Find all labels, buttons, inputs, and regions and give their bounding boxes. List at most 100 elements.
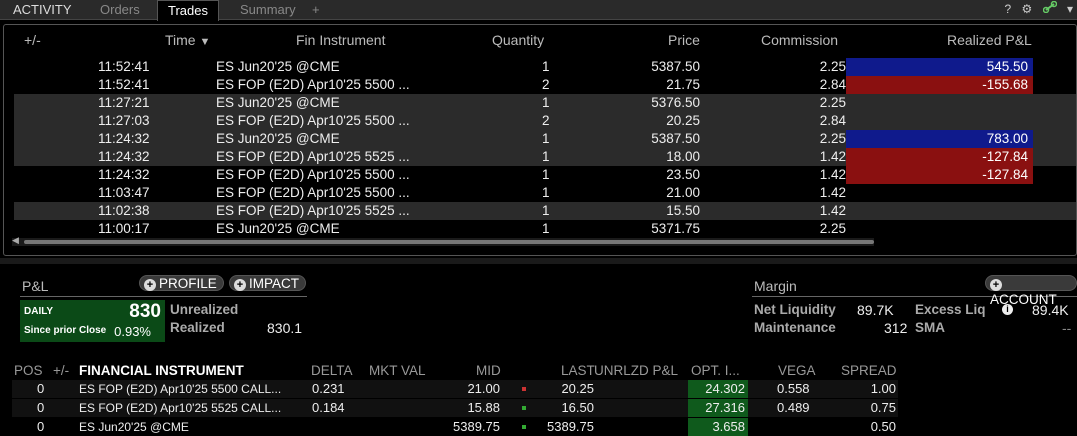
account-button[interactable]: +ACCOUNT (985, 275, 1077, 307)
trade-quantity: 1 (542, 203, 550, 218)
gear-icon[interactable]: ⚙ (1022, 0, 1033, 19)
col-instrument[interactable]: Fin Instrument (296, 32, 385, 48)
scroll-thumb[interactable] (24, 240, 874, 244)
position-mid: 21.00 (467, 381, 500, 396)
trade-realized-pnl: -127.84 (846, 148, 1033, 166)
panel-divider[interactable] (0, 258, 1077, 264)
position-row[interactable]: 0 ES FOP (E2D) Apr10'25 5525 CALL... 0.184… (12, 399, 898, 417)
col-mkt-val[interactable]: MKT VAL (369, 363, 426, 378)
expand-collapse-toggle[interactable]: +/- (24, 32, 41, 48)
col-last[interactable]: LAST (561, 363, 595, 378)
trade-quantity: 2 (542, 77, 550, 92)
col-pos[interactable]: POS (14, 363, 43, 378)
position-qty: 0 (37, 400, 45, 415)
table-row[interactable]: 11:03:47 ES FOP (E2D) Apr10'25 5500 ... 1 2… (14, 184, 1076, 202)
col-realized-pnl[interactable]: Realized P&L (947, 32, 1032, 48)
tab-activity[interactable]: ACTIVITY (3, 0, 82, 20)
trade-quantity: 1 (542, 59, 550, 74)
daily-pnl-box[interactable]: DAILY 830 Since prior Close 0.93% (20, 300, 165, 342)
info-icon[interactable]: i (1002, 304, 1013, 315)
position-row[interactable]: 0 ES Jun20'25 @CME 5389.75 5389.75 3.658 0.50 (12, 418, 898, 436)
trade-commission: 2.25 (819, 131, 846, 146)
table-row[interactable]: 11:27:03 ES FOP (E2D) Apr10'25 5500 ... 2 2… (14, 112, 1076, 130)
link-icon[interactable] (1042, 0, 1057, 19)
col-opt-implied[interactable]: OPT. I... (691, 363, 740, 378)
trade-time: 11:03:47 (98, 185, 150, 200)
tick-indicator-icon (522, 425, 526, 429)
col-delta[interactable]: DELTA (311, 363, 353, 378)
position-spread: 1.00 (870, 381, 896, 396)
table-row[interactable]: 11:24:32 ES FOP (E2D) Apr10'25 5525 ... 1 1… (14, 148, 1076, 166)
plus-icon: + (990, 279, 1002, 291)
trade-commission: 1.42 (819, 167, 846, 182)
help-icon[interactable]: ? (1004, 0, 1011, 19)
add-tab-button[interactable]: + (308, 0, 324, 20)
trade-instrument: ES FOP (E2D) Apr10'25 5500 ... (216, 185, 410, 200)
profile-button[interactable]: + PROFILE (139, 275, 224, 291)
tab-trades[interactable]: Trades (157, 0, 219, 21)
trade-price: 21.75 (666, 77, 700, 92)
table-row[interactable]: 11:52:41 ES Jun20'25 @CME 1 5387.50 2.25 545.… (14, 58, 1076, 76)
position-opt-implied: 3.658 (688, 418, 748, 436)
scroll-left-icon[interactable]: ◀ (12, 235, 19, 246)
table-row[interactable]: 11:02:38 ES FOP (E2D) Apr10'25 5525 ... 1 1… (14, 202, 1076, 220)
tick-indicator-icon (522, 406, 526, 410)
table-row[interactable]: 11:00:17 ES Jun20'25 @CME 1 5371.75 2.25 (14, 220, 1076, 238)
position-opt-implied: 27.316 (688, 399, 748, 417)
col-time-label: Time (165, 32, 196, 48)
position-instrument: ES FOP (E2D) Apr10'25 5525 CALL... (79, 401, 282, 415)
trade-instrument: ES Jun20'25 @CME (216, 131, 340, 146)
position-vega: 0.489 (777, 400, 810, 415)
toolbar-icons: ? ⚙ ▾ (997, 0, 1073, 20)
positions-expand-toggle[interactable]: +/- (53, 363, 69, 378)
trade-quantity: 1 (542, 167, 550, 182)
position-last: 20.25 (561, 381, 594, 396)
col-vega[interactable]: VEGA (778, 363, 816, 378)
trade-instrument: ES FOP (E2D) Apr10'25 5500 ... (216, 77, 410, 92)
trade-quantity: 1 (542, 221, 550, 236)
impact-button[interactable]: + IMPACT (229, 275, 306, 291)
trade-price: 15.50 (666, 203, 700, 218)
col-financial-instrument[interactable]: FINANCIAL INSTRUMENT (79, 363, 244, 378)
trade-price: 20.25 (666, 113, 700, 128)
col-quantity[interactable]: Quantity (492, 32, 544, 48)
position-spread: 0.75 (870, 400, 896, 415)
col-price[interactable]: Price (668, 32, 700, 48)
maintenance-value: 312 (884, 320, 908, 336)
trade-time: 11:02:38 (98, 203, 150, 218)
tab-orders[interactable]: Orders (90, 0, 150, 20)
col-mid[interactable]: MID (476, 363, 501, 378)
col-spread[interactable]: SPREAD (841, 363, 897, 378)
net-liquidity-value: 89.7K (857, 302, 894, 318)
table-row[interactable]: 11:24:32 ES FOP (E2D) Apr10'25 5500 ... 1 2… (14, 166, 1076, 184)
trade-instrument: ES FOP (E2D) Apr10'25 5525 ... (216, 149, 410, 164)
table-row[interactable]: 11:52:41 ES FOP (E2D) Apr10'25 5500 ... 2 2… (14, 76, 1076, 94)
trade-commission: 2.25 (819, 59, 846, 74)
profile-label: PROFILE (159, 276, 217, 291)
position-row[interactable]: 0 ES FOP (E2D) Apr10'25 5500 CALL... 0.231… (12, 380, 898, 398)
table-row[interactable]: 11:24:32 ES Jun20'25 @CME 1 5387.50 2.25 783.… (14, 130, 1076, 148)
chevron-down-icon[interactable]: ▾ (1067, 0, 1073, 19)
col-unrlzd-pnl[interactable]: UNRLZD P&L (594, 363, 678, 378)
trade-time: 11:24:32 (98, 131, 150, 146)
net-liquidity-label: Net Liquidity (754, 302, 836, 317)
trade-realized-pnl: -155.68 (846, 76, 1033, 94)
position-opt-implied: 24.302 (688, 380, 748, 398)
trade-realized-pnl: -127.84 (846, 166, 1033, 184)
pnl-divider (20, 296, 307, 297)
horizontal-scrollbar[interactable]: ◀ (12, 235, 874, 246)
col-commission[interactable]: Commission (761, 32, 838, 48)
table-row[interactable]: 11:27:21 ES Jun20'25 @CME 1 5376.50 2.25 (14, 94, 1076, 112)
tab-summary[interactable]: Summary (230, 0, 306, 20)
trader-workstation-window: ACTIVITY Orders Trades Summary + ? ⚙ ▾ +… (0, 0, 1077, 436)
excess-liq-label: Excess Liq (915, 302, 986, 317)
trade-time: 11:52:41 (98, 59, 150, 74)
tab-bar: ACTIVITY Orders Trades Summary + ? ⚙ ▾ (0, 0, 1077, 21)
trade-price: 5376.50 (651, 95, 700, 110)
positions-header: POS +/- FINANCIAL INSTRUMENT DELTA MKT V… (0, 363, 1077, 379)
trade-instrument: ES FOP (E2D) Apr10'25 5525 ... (216, 203, 410, 218)
trade-realized-pnl: 545.50 (846, 58, 1033, 76)
col-time[interactable]: Time ▼ (165, 32, 210, 48)
sma-label: SMA (915, 320, 945, 335)
position-instrument: ES FOP (E2D) Apr10'25 5500 CALL... (79, 382, 282, 396)
